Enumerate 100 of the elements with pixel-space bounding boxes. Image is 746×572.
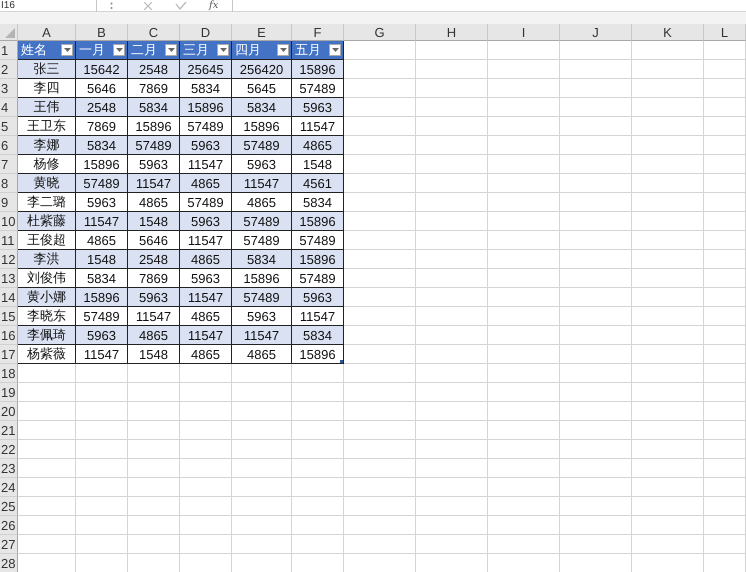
empty-cell[interactable]: [76, 478, 128, 497]
empty-cell[interactable]: [632, 402, 704, 421]
empty-cell[interactable]: [292, 383, 344, 402]
column-header[interactable]: K: [632, 24, 704, 41]
empty-cell[interactable]: [704, 41, 746, 60]
empty-cell[interactable]: [632, 117, 704, 136]
row-header[interactable]: 19: [0, 383, 18, 402]
empty-cell[interactable]: [560, 383, 632, 402]
empty-cell[interactable]: [704, 98, 746, 117]
row-header[interactable]: 10: [0, 212, 18, 231]
empty-cell[interactable]: [232, 364, 292, 383]
empty-cell[interactable]: [128, 497, 180, 516]
empty-cell[interactable]: [704, 174, 746, 193]
empty-cell[interactable]: [704, 345, 746, 364]
empty-cell[interactable]: [232, 497, 292, 516]
row-header[interactable]: 26: [0, 516, 18, 535]
empty-cell[interactable]: [704, 193, 746, 212]
empty-cell[interactable]: [632, 136, 704, 155]
empty-cell[interactable]: [76, 421, 128, 440]
empty-cell[interactable]: [704, 402, 746, 421]
empty-cell[interactable]: [560, 41, 632, 60]
empty-cell[interactable]: [416, 41, 488, 60]
column-header[interactable]: B: [76, 24, 128, 41]
empty-cell[interactable]: [560, 155, 632, 174]
column-header[interactable]: H: [416, 24, 488, 41]
empty-cell[interactable]: [344, 383, 416, 402]
empty-cell[interactable]: [76, 535, 128, 554]
empty-cell[interactable]: [416, 98, 488, 117]
empty-cell[interactable]: [560, 326, 632, 345]
empty-cell[interactable]: [560, 535, 632, 554]
empty-cell[interactable]: [488, 326, 560, 345]
empty-cell[interactable]: [488, 402, 560, 421]
empty-cell[interactable]: [632, 250, 704, 269]
row-header[interactable]: 3: [0, 79, 18, 98]
empty-cell[interactable]: [416, 136, 488, 155]
empty-cell[interactable]: [704, 383, 746, 402]
empty-cell[interactable]: [128, 421, 180, 440]
empty-cell[interactable]: [488, 136, 560, 155]
empty-cell[interactable]: [416, 193, 488, 212]
empty-cell[interactable]: [560, 345, 632, 364]
empty-cell[interactable]: [560, 250, 632, 269]
empty-cell[interactable]: [76, 459, 128, 478]
empty-cell[interactable]: [416, 421, 488, 440]
column-header[interactable]: C: [128, 24, 180, 41]
row-header[interactable]: 17: [0, 345, 18, 364]
empty-cell[interactable]: [488, 174, 560, 193]
filter-button[interactable]: [113, 44, 125, 56]
empty-cell[interactable]: [632, 326, 704, 345]
empty-cell[interactable]: [704, 516, 746, 535]
empty-cell[interactable]: [344, 421, 416, 440]
row-header[interactable]: 27: [0, 535, 18, 554]
empty-cell[interactable]: [632, 516, 704, 535]
empty-cell[interactable]: [704, 459, 746, 478]
empty-cell[interactable]: [632, 212, 704, 231]
empty-cell[interactable]: [704, 288, 746, 307]
empty-cell[interactable]: [292, 421, 344, 440]
empty-cell[interactable]: [632, 269, 704, 288]
row-header[interactable]: 25: [0, 497, 18, 516]
empty-cell[interactable]: [76, 497, 128, 516]
row-header[interactable]: 20: [0, 402, 18, 421]
empty-cell[interactable]: [560, 402, 632, 421]
row-header[interactable]: 13: [0, 269, 18, 288]
empty-cell[interactable]: [632, 288, 704, 307]
empty-cell[interactable]: [292, 440, 344, 459]
empty-cell[interactable]: [76, 440, 128, 459]
filter-button[interactable]: [61, 44, 73, 56]
row-header[interactable]: 14: [0, 288, 18, 307]
select-all-corner[interactable]: [0, 24, 18, 41]
empty-cell[interactable]: [180, 516, 232, 535]
empty-cell[interactable]: [76, 402, 128, 421]
empty-cell[interactable]: [416, 174, 488, 193]
empty-cell[interactable]: [128, 478, 180, 497]
column-header[interactable]: G: [344, 24, 416, 41]
empty-cell[interactable]: [560, 231, 632, 250]
triangle-icon[interactable]: [5, 28, 15, 38]
empty-cell[interactable]: [416, 117, 488, 136]
empty-cell[interactable]: [488, 193, 560, 212]
empty-cell[interactable]: [292, 497, 344, 516]
column-header[interactable]: L: [704, 24, 746, 41]
empty-cell[interactable]: [560, 307, 632, 326]
empty-cell[interactable]: [560, 269, 632, 288]
empty-cell[interactable]: [560, 98, 632, 117]
empty-cell[interactable]: [232, 440, 292, 459]
empty-cell[interactable]: [488, 478, 560, 497]
empty-cell[interactable]: [704, 79, 746, 98]
empty-cell[interactable]: [560, 79, 632, 98]
empty-cell[interactable]: [704, 250, 746, 269]
empty-cell[interactable]: [292, 516, 344, 535]
empty-cell[interactable]: [488, 535, 560, 554]
empty-cell[interactable]: [344, 497, 416, 516]
empty-cell[interactable]: [416, 459, 488, 478]
empty-cell[interactable]: [632, 383, 704, 402]
empty-cell[interactable]: [488, 60, 560, 79]
empty-cell[interactable]: [632, 174, 704, 193]
empty-cell[interactable]: [416, 250, 488, 269]
empty-cell[interactable]: [488, 231, 560, 250]
empty-cell[interactable]: [128, 440, 180, 459]
empty-cell[interactable]: [704, 535, 746, 554]
empty-cell[interactable]: [128, 459, 180, 478]
empty-cell[interactable]: [704, 307, 746, 326]
